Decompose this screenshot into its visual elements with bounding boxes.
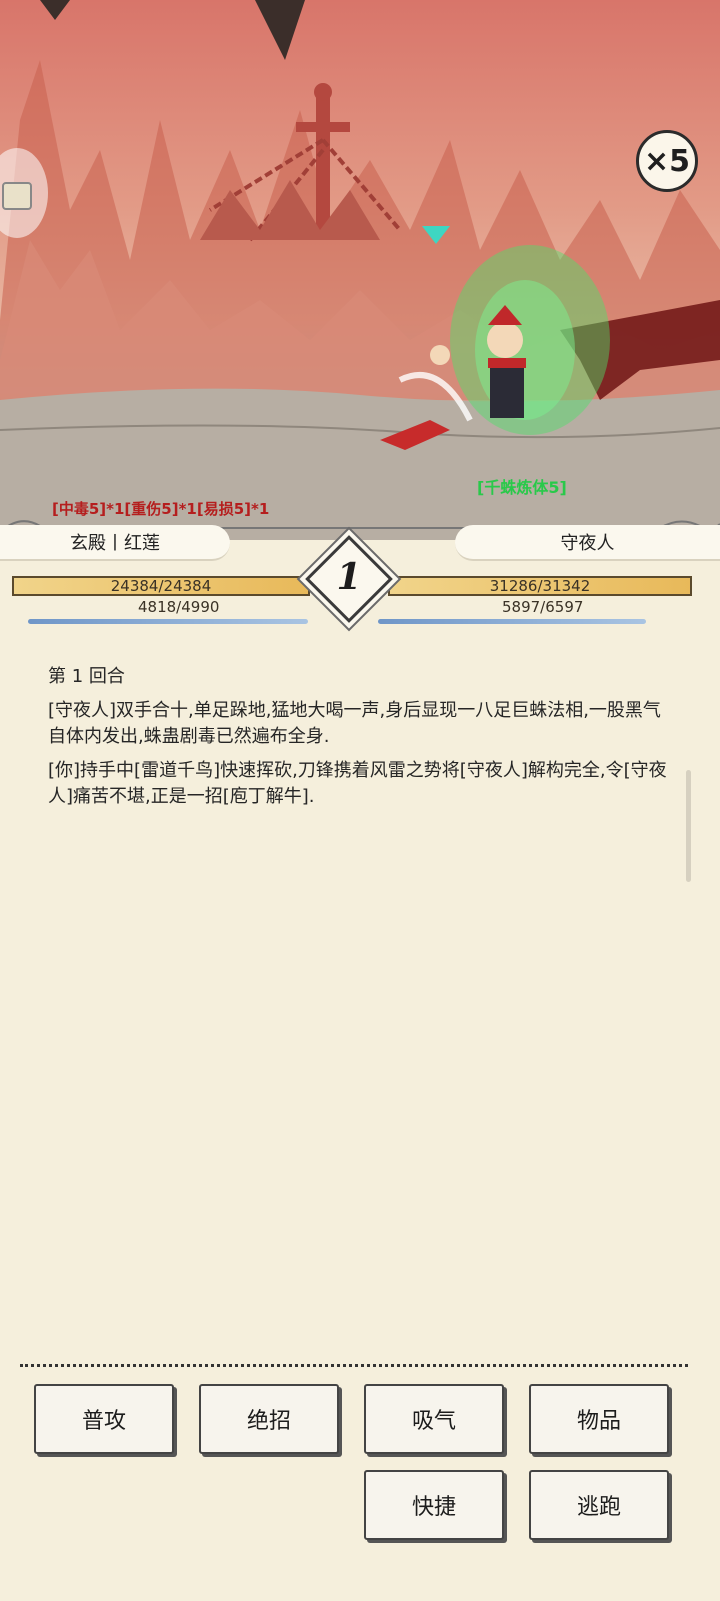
player-hp-bar: 24384/24384	[12, 576, 310, 596]
quick-button-label: 快捷	[411, 1495, 456, 1520]
log-entry: [你]持手中[雷道千鸟]快速挥砍,刀锋携着风雷之势将[守夜人]解构完全,令[守夜…	[48, 760, 667, 807]
items-button-label: 物品	[576, 1409, 621, 1434]
player-hp-text: 24384/24384	[110, 577, 212, 595]
action-divider	[20, 1364, 688, 1367]
player-mp-bar	[28, 619, 309, 624]
log-entry: [守夜人]双手合十,单足跺地,猛地大喝一声,身后显现一八足巨蛛法相,一股黑气自体…	[48, 700, 661, 747]
player-name-plate: 玄殿丨红莲	[0, 525, 230, 561]
enemy-mp-text: 5897/6597	[502, 598, 584, 616]
menu-icon	[2, 182, 32, 210]
battle-scene: ×5 [千蛛炼体5] [中毒5]*1[重伤5]*1[易损5]*1	[0, 0, 720, 540]
breathe-button-label: 吸气	[411, 1409, 456, 1434]
enemy-name: 守夜人	[560, 533, 615, 554]
player-name: 玄殿丨红莲	[70, 533, 160, 554]
flee-button[interactable]: 逃跑	[529, 1470, 669, 1540]
log-scrollbar[interactable]	[686, 770, 691, 882]
items-button[interactable]: 物品	[529, 1384, 669, 1454]
enemy-name-plate: 守夜人	[455, 525, 720, 561]
battle-log: 第 1 回合 [守夜人]双手合十,单足跺地,猛地大喝一声,身后显现一八足巨蛛法相…	[48, 664, 670, 818]
round-number: 1	[336, 556, 362, 598]
enemy-status-effects: [千蛛炼体5]	[477, 478, 567, 497]
breathe-button[interactable]: 吸气	[364, 1384, 504, 1454]
attack-button-label: 普攻	[81, 1409, 126, 1434]
speed-multiplier-label: ×5	[643, 143, 690, 179]
attack-button[interactable]: 普攻	[34, 1384, 174, 1454]
enemy-hp-bar: 31286/31342	[388, 576, 692, 596]
enemy-mp-bar	[378, 619, 647, 624]
target-marker-icon	[422, 226, 450, 244]
ultimate-button-label: 绝招	[246, 1409, 291, 1434]
quick-button[interactable]: 快捷	[364, 1470, 504, 1540]
battle-background	[0, 0, 720, 540]
player-mp-text: 4818/4990	[138, 598, 220, 616]
flee-button-label: 逃跑	[576, 1495, 621, 1520]
ultimate-button[interactable]: 绝招	[199, 1384, 339, 1454]
log-entry: 第 1 回合	[48, 666, 125, 687]
speed-multiplier-button[interactable]: ×5	[636, 130, 698, 192]
enemy-hp-text: 31286/31342	[489, 577, 591, 595]
